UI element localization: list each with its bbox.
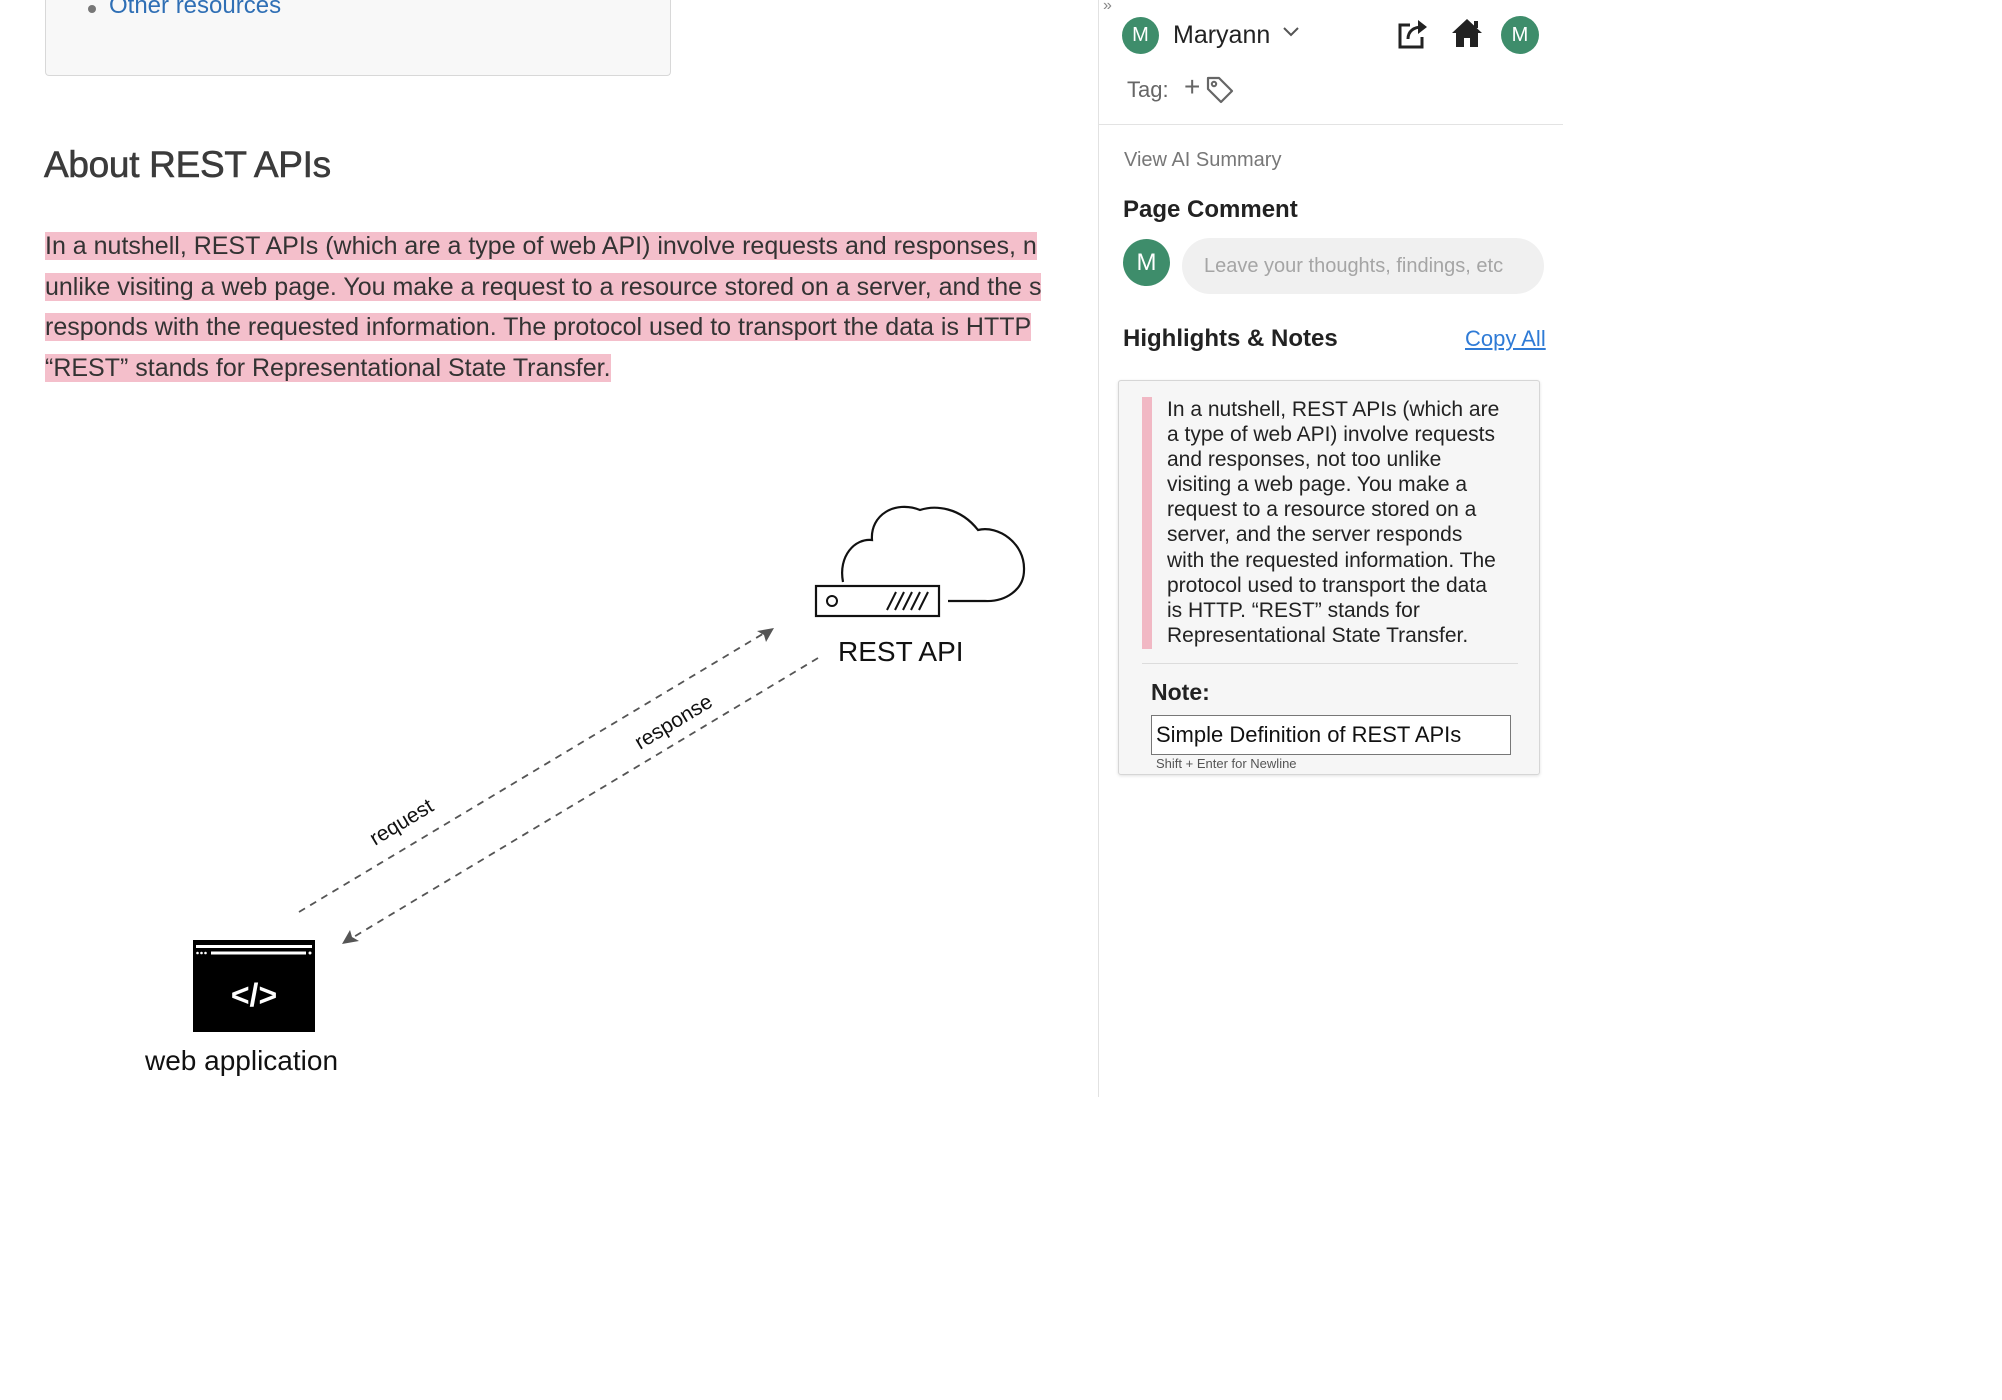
page-comment-input[interactable] — [1182, 238, 1544, 294]
highlight-quote: In a nutshell, REST APIs (which are a ty… — [1167, 397, 1527, 648]
highlight-card[interactable]: In a nutshell, REST APIs (which are a ty… — [1118, 380, 1540, 775]
user-avatar[interactable]: M — [1122, 17, 1159, 54]
tag-label: Tag: — [1127, 77, 1169, 102]
list-bullet — [88, 5, 96, 13]
section-title: About REST APIs — [44, 144, 332, 186]
quote-line: a type of web API) involve requests — [1167, 423, 1496, 447]
quote-line: is HTTP. “REST” stands for — [1167, 598, 1420, 622]
quote-line: server, and the server responds — [1167, 523, 1463, 547]
highlights-side-panel: » M Maryann M Tag: + View AI Summary Pag… — [1098, 0, 1563, 1097]
web-application-icon: </> — [193, 940, 315, 1032]
toc-link-other-resources[interactable]: Other resources — [109, 0, 281, 20]
copy-all-link[interactable]: Copy All — [1465, 325, 1546, 353]
quote-line: visiting a web page. You make a — [1167, 473, 1468, 497]
article-content: Other resources About REST APIs In a nut… — [0, 0, 1098, 1097]
quote-line: In a nutshell, REST APIs (which are — [1167, 398, 1500, 421]
highlights-notes-heading: Highlights & Notes — [1123, 325, 1338, 352]
add-tag-button[interactable]: + — [1184, 71, 1200, 103]
server-icon — [814, 584, 941, 618]
note-hint: Shift + Enter for Newline — [1156, 756, 1297, 771]
highlighted-paragraph[interactable]: In a nutshell, REST APIs (which are a ty… — [45, 226, 1098, 389]
divider — [1142, 663, 1518, 664]
rest-api-diagram: request response </> — [193, 505, 1026, 1032]
quote-line: with the requested information. The — [1167, 548, 1496, 572]
table-of-contents: Other resources — [45, 0, 671, 76]
home-icon[interactable] — [1450, 17, 1484, 49]
chevron-down-icon[interactable] — [1282, 26, 1300, 38]
request-arrow — [298, 628, 774, 913]
note-label: Note: — [1151, 679, 1210, 705]
paragraph-line: responds with the requested information.… — [45, 313, 1032, 342]
quote-line: and responses, not too unlike — [1167, 448, 1442, 472]
highlight-color-bar — [1142, 397, 1152, 649]
web-application-label: web application — [145, 1045, 339, 1076]
paragraph-line: unlike visiting a web page. You make a r… — [45, 272, 1042, 301]
response-label: response — [631, 690, 717, 754]
commenter-avatar: M — [1123, 239, 1170, 286]
rest-api-label: REST API — [838, 636, 964, 667]
quote-line: Representational State Transfer. — [1167, 623, 1469, 647]
user-name[interactable]: Maryann — [1173, 19, 1270, 51]
view-ai-summary-link[interactable]: View AI Summary — [1124, 147, 1281, 173]
paragraph-line: In a nutshell, REST APIs (which are a ty… — [45, 232, 1037, 260]
share-icon[interactable] — [1396, 17, 1430, 51]
request-label: request — [366, 794, 438, 850]
quote-line: protocol used to transport the data — [1167, 573, 1487, 597]
tag-icon[interactable] — [1205, 75, 1235, 105]
divider — [1099, 124, 1563, 125]
quote-line: request to a resource stored on a — [1167, 498, 1477, 522]
account-avatar[interactable]: M — [1501, 16, 1539, 54]
collapse-panel-icon[interactable]: » — [1103, 0, 1112, 15]
note-input[interactable] — [1151, 715, 1511, 755]
code-glyph: </> — [231, 977, 277, 1013]
paragraph-line: “REST” stands for Representational State… — [45, 354, 611, 383]
page-comment-heading: Page Comment — [1123, 196, 1298, 223]
